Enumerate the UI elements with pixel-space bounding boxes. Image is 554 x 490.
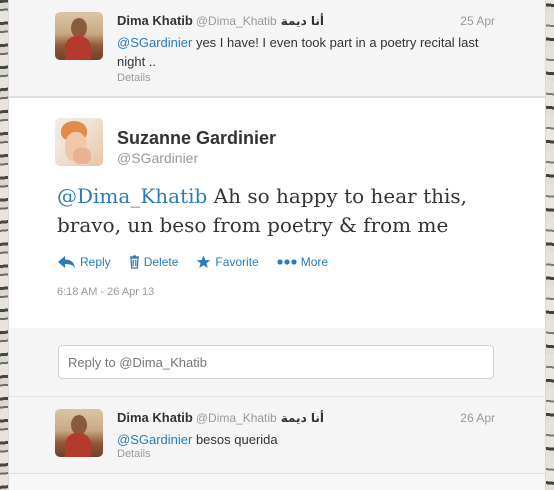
tweet-header: Dima Khatib @Dima_Khatib أنا ديمة [117,13,493,29]
details-link[interactable]: Details [117,72,151,84]
tweet-time[interactable]: 26 Apr [460,411,495,425]
author-screenname[interactable]: @Dima_Khatib [196,411,277,425]
tweet-time[interactable]: 25 Apr [460,14,495,28]
reply-area [9,328,545,397]
more-label: More [300,255,329,269]
reply-input[interactable] [58,345,494,379]
trash-icon [129,255,139,269]
avatar[interactable] [55,409,103,457]
tweet-text: @SGardinier besos querida [117,430,497,449]
tweet-header: Dima Khatib @Dima_Khatib أنا ديمة [117,410,493,426]
favorite-action[interactable]: Favorite [196,255,259,269]
author-arabic-name: أنا ديمة [280,411,325,425]
reply-label: Reply [80,255,111,269]
mention-link[interactable]: @Dima_Khatib [57,184,207,208]
avatar[interactable] [55,118,103,166]
tweet-next[interactable]: Dima Khatib @Dima_Khatib أنا ديمة 26 Apr @… [9,397,545,474]
side-texture-left [0,0,8,490]
favorite-label: Favorite [215,255,259,269]
delete-label: Delete [143,255,179,269]
focused-tweet: Suzanne Gardinier @SGardinier @Dima_Khat… [9,97,545,329]
star-icon [197,255,211,268]
tweet-text: @SGardinier yes I have! I even took part… [117,33,497,71]
delete-action[interactable]: Delete [129,255,179,269]
more-dots-icon [277,259,297,265]
tweet-body: besos querida [192,432,278,447]
author-fullname[interactable]: Dima Khatib [117,13,193,28]
tweet-timestamp[interactable]: 6:18 AM - 26 Apr 13 [57,286,154,298]
mention-link[interactable]: @SGardinier [117,432,192,447]
author-fullname[interactable]: Dima Khatib [117,410,193,425]
reply-action[interactable]: Reply [57,255,111,269]
avatar[interactable] [55,12,103,60]
conversation-column: Dima Khatib @Dima_Khatib أنا ديمة 25 Apr @… [8,0,546,490]
tweet-text: @Dima_Khatib Ah so happy to hear this, b… [57,182,517,240]
author-screenname[interactable]: @Dima_Khatib [196,14,277,28]
author-arabic-name: أنا ديمة [280,14,325,28]
tweet-previous[interactable]: Dima Khatib @Dima_Khatib أنا ديمة 25 Apr @… [9,0,545,97]
author-screenname[interactable]: @SGardinier [117,150,198,166]
author-fullname[interactable]: Suzanne Gardinier [117,128,276,149]
more-action[interactable]: More [277,255,328,269]
tweet-actions: Reply Delete Favorite More [57,253,328,271]
details-link[interactable]: Details [117,448,151,460]
mention-link[interactable]: @SGardinier [117,35,192,50]
reply-icon [58,256,75,268]
